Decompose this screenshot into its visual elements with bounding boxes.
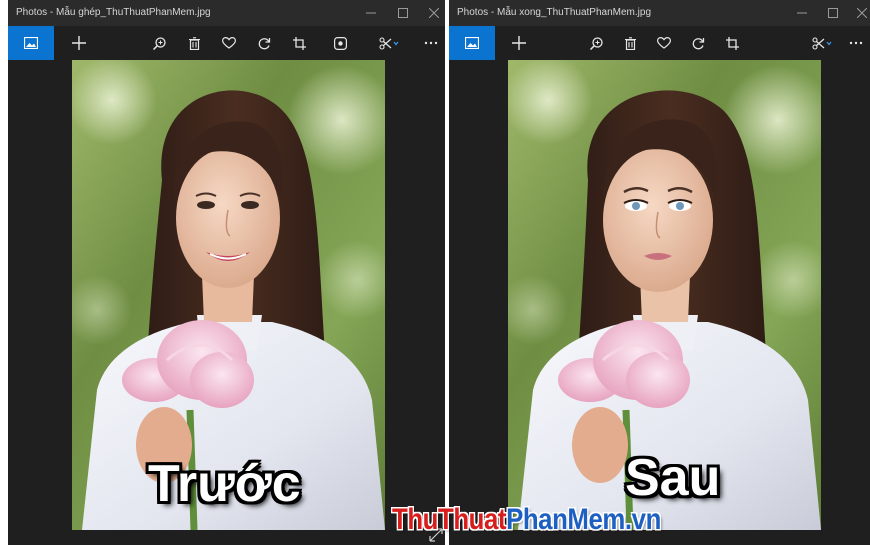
photos-home-button[interactable] bbox=[449, 26, 495, 60]
maximize-icon bbox=[828, 8, 838, 18]
more-icon bbox=[849, 41, 863, 45]
more-button[interactable] bbox=[841, 26, 870, 60]
minimize-icon bbox=[366, 12, 376, 14]
close-button[interactable] bbox=[845, 0, 870, 26]
favorite-icon bbox=[222, 37, 236, 49]
minimize-icon bbox=[797, 12, 807, 14]
add-button[interactable] bbox=[64, 26, 94, 60]
rotate-button[interactable] bbox=[683, 26, 713, 60]
favorite-button[interactable] bbox=[214, 26, 244, 60]
close-icon bbox=[857, 8, 867, 18]
rotate-icon bbox=[258, 37, 270, 49]
crop-icon bbox=[725, 36, 739, 50]
zoom-icon bbox=[589, 36, 603, 50]
enhance-icon bbox=[333, 36, 347, 50]
watermark-logo: ThuThuatPhanMem.vn bbox=[392, 503, 661, 537]
window-title: Photos - Mẫu xong_ThuThuatPhanMem.jpg bbox=[457, 7, 651, 18]
watermark-part2: PhanMem.vn bbox=[506, 503, 661, 536]
title-bar[interactable]: Photos - Mẫu ghép_ThuThuatPhanMem.jpg bbox=[8, 0, 445, 26]
crop-button[interactable] bbox=[717, 26, 747, 60]
zoom-button[interactable] bbox=[144, 26, 174, 60]
delete-button[interactable] bbox=[179, 26, 209, 60]
crop-icon bbox=[292, 36, 306, 50]
maximize-icon bbox=[398, 8, 408, 18]
add-button[interactable] bbox=[504, 26, 534, 60]
caption-before: Trước bbox=[148, 455, 301, 513]
edit-create-button[interactable] bbox=[374, 26, 404, 60]
edit-create-button[interactable] bbox=[807, 26, 837, 60]
minimize-button[interactable] bbox=[785, 0, 819, 26]
photos-toolbar bbox=[449, 26, 870, 60]
crop-button[interactable] bbox=[284, 26, 314, 60]
favorite-button[interactable] bbox=[649, 26, 679, 60]
rotate-icon bbox=[692, 37, 704, 49]
caption-after: Sau bbox=[625, 449, 721, 507]
edit-icon bbox=[379, 36, 399, 50]
add-icon bbox=[72, 36, 86, 50]
title-bar[interactable]: Photos - Mẫu xong_ThuThuatPhanMem.jpg bbox=[449, 0, 870, 26]
add-icon bbox=[512, 36, 526, 50]
delete-button[interactable] bbox=[615, 26, 645, 60]
close-icon bbox=[429, 8, 439, 18]
delete-icon bbox=[624, 36, 636, 50]
zoom-icon bbox=[152, 36, 166, 50]
photos-home-icon bbox=[465, 37, 479, 49]
delete-icon bbox=[188, 36, 200, 50]
photos-toolbar bbox=[8, 26, 445, 60]
more-icon bbox=[424, 41, 438, 45]
more-button[interactable] bbox=[416, 26, 445, 60]
minimize-button[interactable] bbox=[354, 0, 388, 26]
window-title: Photos - Mẫu ghép_ThuThuatPhanMem.jpg bbox=[16, 7, 211, 18]
photos-home-button[interactable] bbox=[8, 26, 54, 60]
maximize-button[interactable] bbox=[386, 0, 420, 26]
favorite-icon bbox=[657, 37, 671, 49]
edit-icon bbox=[812, 36, 832, 50]
zoom-button[interactable] bbox=[581, 26, 611, 60]
photos-home-icon bbox=[24, 37, 38, 49]
enhance-button[interactable] bbox=[325, 26, 355, 60]
watermark-part1: ThuThuat bbox=[392, 503, 507, 536]
close-button[interactable] bbox=[417, 0, 445, 26]
rotate-button[interactable] bbox=[249, 26, 279, 60]
